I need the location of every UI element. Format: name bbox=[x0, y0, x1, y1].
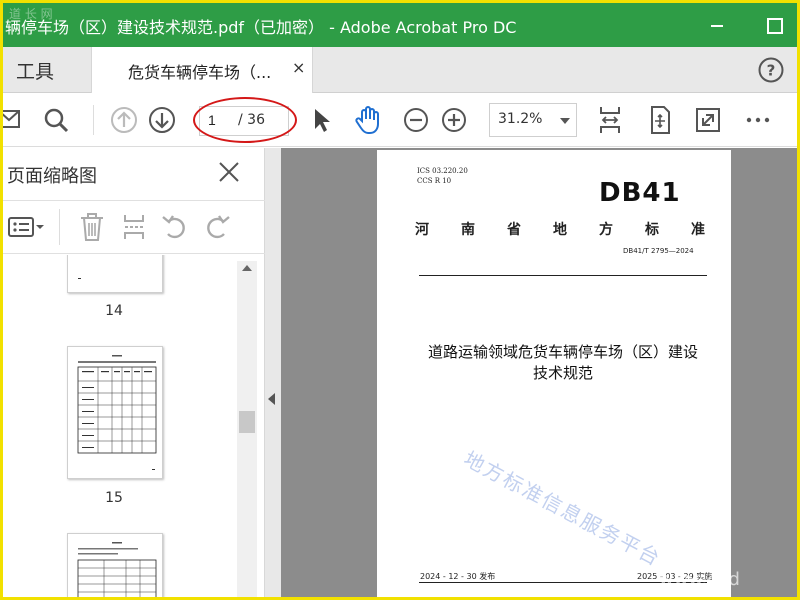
thumbnail-toolbar bbox=[3, 200, 265, 254]
rotate-page-icon[interactable] bbox=[643, 103, 677, 137]
full-screen-icon[interactable] bbox=[691, 103, 725, 137]
document-title-line: 道路运输领域危货车辆停车场（区）建设 bbox=[427, 343, 698, 361]
minimize-button[interactable] bbox=[703, 11, 733, 39]
divider bbox=[419, 275, 707, 276]
close-icon[interactable] bbox=[217, 160, 241, 184]
search-icon[interactable] bbox=[39, 103, 73, 137]
publish-date: 2024 - 12 - 30 发布 bbox=[420, 572, 496, 581]
next-page-icon[interactable] bbox=[145, 103, 179, 137]
standard-type-char: 河 bbox=[415, 222, 429, 238]
trash-icon[interactable] bbox=[77, 211, 107, 247]
standard-type-char: 准 bbox=[691, 222, 705, 238]
page-thumbnail[interactable] bbox=[67, 255, 163, 293]
toolbar-divider bbox=[93, 105, 94, 135]
chevron-left-icon[interactable] bbox=[268, 393, 275, 405]
scrollbar-thumb[interactable] bbox=[239, 411, 255, 433]
document-title-line: 技术规范 bbox=[532, 364, 593, 382]
window-title: 辆停车场（区）建设技术规范.pdf（已加密） - Adobe Acrobat P… bbox=[5, 18, 517, 37]
pdf-page: ICS 03.220.20 CCS R 10 DB41 河 南 省 地 方 标 … bbox=[377, 150, 731, 597]
ics-line: ICS 03.220.20 bbox=[417, 167, 468, 175]
hand-tool-icon[interactable] bbox=[351, 103, 385, 137]
db-logo: DB41 bbox=[599, 178, 681, 208]
rotate-right-icon[interactable] bbox=[201, 211, 233, 247]
thumbnail-options-icon[interactable] bbox=[5, 213, 47, 247]
panel-collapse-strip[interactable] bbox=[265, 148, 281, 597]
thumbnail-label: 15 bbox=[105, 490, 123, 506]
standard-number: DB41/T 2795—2024 bbox=[623, 247, 694, 255]
standard-type-char: 地 bbox=[553, 222, 567, 238]
tab-document[interactable]: 危货车辆停车场（... × bbox=[91, 47, 313, 94]
zoom-in-icon[interactable] bbox=[437, 103, 471, 137]
zoom-out-icon[interactable] bbox=[399, 103, 433, 137]
scroll-up-icon[interactable] bbox=[242, 265, 252, 271]
page-thumbnail[interactable] bbox=[67, 346, 163, 479]
thumbnail-list: 14 15 bbox=[3, 255, 265, 597]
tab-tools-label: 工具 bbox=[16, 61, 55, 83]
extract-pages-icon[interactable] bbox=[119, 211, 149, 247]
ics-code: ICS 03.220.20 CCS R 10 bbox=[417, 166, 468, 186]
tab-close-icon[interactable]: × bbox=[292, 58, 305, 77]
document-title: 道路运输领域危货车辆停车场（区）建设 技术规范 bbox=[413, 342, 713, 384]
ccs-line: CCS R 10 bbox=[417, 177, 452, 185]
page-thumbnail[interactable] bbox=[67, 533, 163, 597]
standard-type: 河 南 省 地 方 标 准 bbox=[415, 219, 705, 239]
tab-document-label: 危货车辆停车场（... bbox=[128, 63, 272, 82]
chevron-down-icon bbox=[560, 118, 570, 124]
tab-tools[interactable]: 工具 bbox=[3, 47, 88, 93]
corner-watermark: 道 长 网 bbox=[9, 7, 53, 21]
standard-type-char: 方 bbox=[599, 222, 613, 238]
thumbnail-scrollbar[interactable] bbox=[237, 261, 257, 597]
previous-page-icon[interactable] bbox=[107, 103, 141, 137]
maximize-button[interactable] bbox=[759, 11, 789, 39]
site-watermark: www.cnd bbox=[659, 569, 740, 590]
rotate-left-icon[interactable] bbox=[159, 211, 191, 247]
help-icon[interactable]: ? bbox=[757, 56, 785, 84]
annotation-ellipse bbox=[193, 97, 297, 143]
zoom-value: 31.2% bbox=[498, 111, 543, 127]
main-toolbar: / 36 31.2% bbox=[3, 93, 797, 147]
document-view[interactable]: ICS 03.220.20 CCS R 10 DB41 河 南 省 地 方 标 … bbox=[281, 148, 797, 597]
title-bar: 辆停车场（区）建设技术规范.pdf（已加密） - Adobe Acrobat P… bbox=[3, 3, 797, 47]
app-window: 辆停车场（区）建设技术规范.pdf（已加密） - Adobe Acrobat P… bbox=[0, 0, 800, 600]
zoom-dropdown[interactable]: 31.2% bbox=[489, 103, 577, 137]
standard-type-char: 标 bbox=[645, 222, 659, 238]
panel-title: 页面缩略图 bbox=[7, 166, 97, 187]
more-options-icon[interactable] bbox=[741, 103, 775, 137]
mail-icon[interactable] bbox=[3, 103, 27, 137]
fit-page-icon[interactable] bbox=[593, 103, 627, 137]
page-thumbnails-panel: 页面缩略图 14 15 bbox=[3, 148, 265, 597]
tab-bar: 工具 危货车辆停车场（... × ? bbox=[3, 47, 797, 94]
panel-divider bbox=[59, 209, 60, 245]
standard-type-char: 省 bbox=[507, 222, 521, 238]
svg-text:?: ? bbox=[767, 62, 776, 80]
thumbnail-label: 14 bbox=[105, 303, 123, 319]
standard-type-char: 南 bbox=[461, 222, 475, 238]
select-cursor-icon[interactable] bbox=[305, 103, 339, 137]
